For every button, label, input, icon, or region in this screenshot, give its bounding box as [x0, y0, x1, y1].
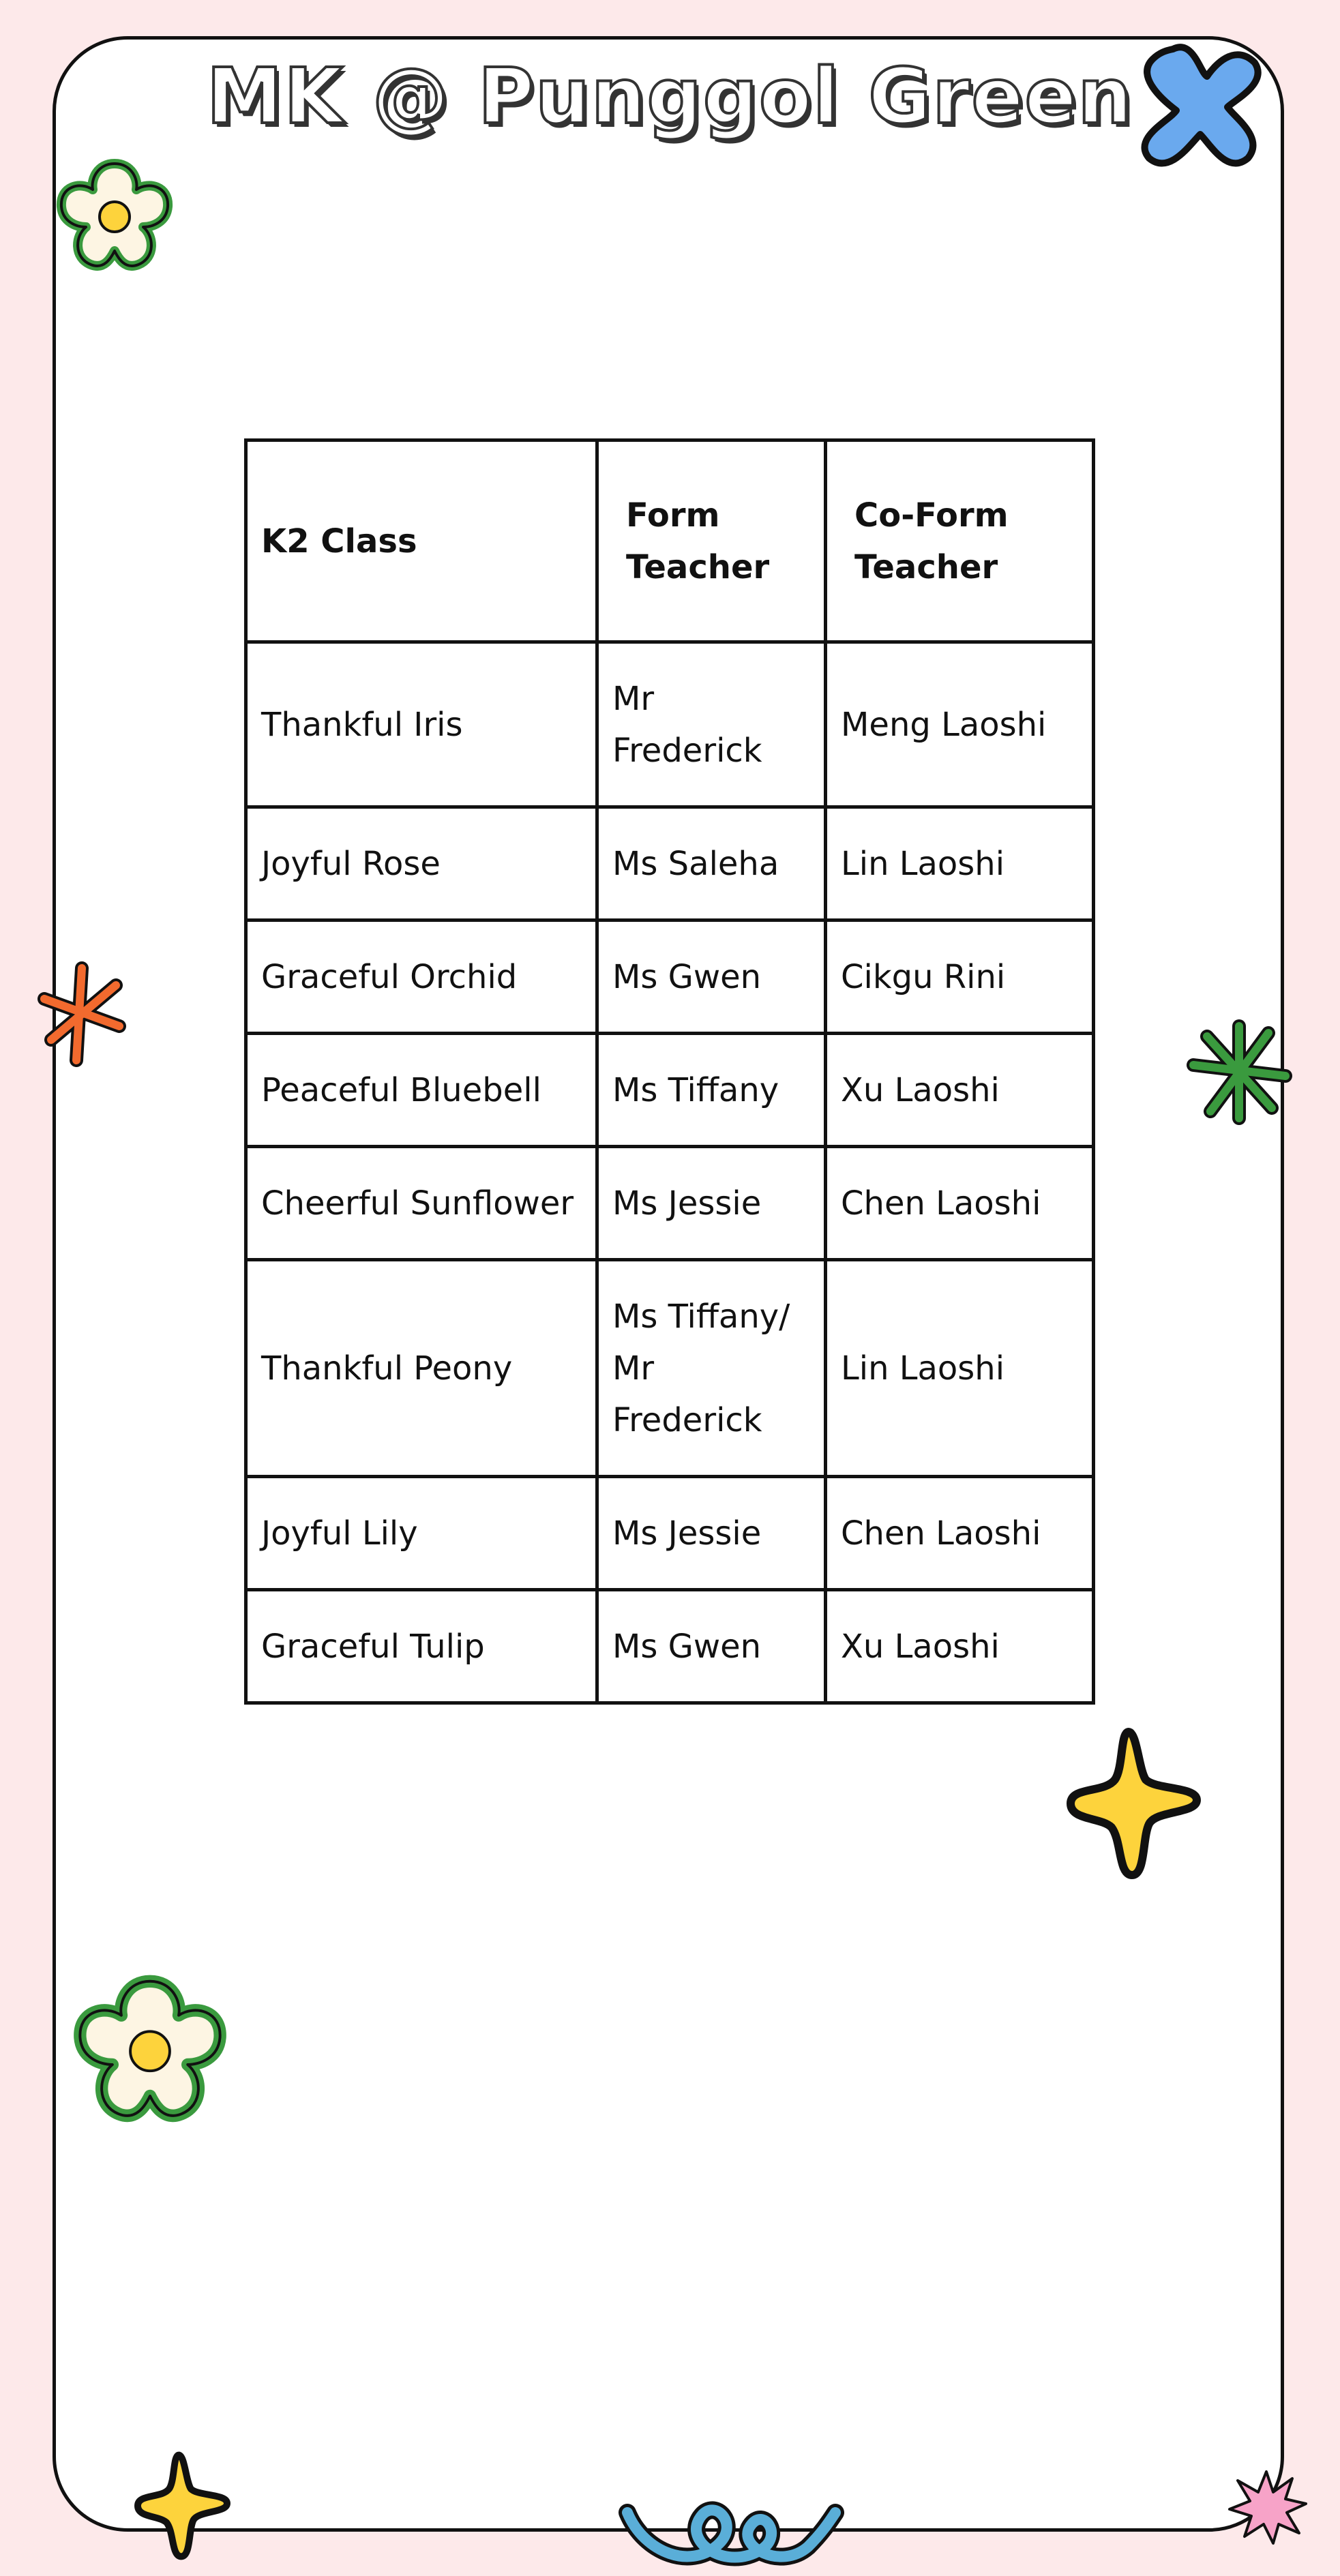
- form-teacher-cell: Ms Jessie: [595, 1475, 827, 1591]
- form-teacher-cell: Ms Tiffany: [595, 1032, 827, 1148]
- blue-cross-icon: [1141, 44, 1262, 167]
- class-cell: Peaceful Bluebell: [244, 1032, 599, 1148]
- flower-icon: [74, 1975, 226, 2122]
- class-table-wrapper: K2 Class Form Teacher Co-Form Teacher Th…: [244, 438, 1095, 1705]
- squiggle-icon: [619, 2501, 844, 2566]
- co-form-teacher-cell: Lin Laoshi: [824, 1258, 1095, 1478]
- form-teacher-cell: Mr Frederick: [595, 640, 827, 809]
- class-cell: Joyful Lily: [244, 1475, 599, 1591]
- orange-asterisk-icon: [38, 961, 126, 1067]
- form-teacher-cell: Ms Saleha: [595, 805, 827, 922]
- table-row: Joyful Lily Ms Jessie Chen Laoshi: [244, 1475, 1095, 1591]
- header-form-teacher: Form Teacher: [595, 438, 827, 644]
- class-cell: Cheerful Sunflower: [244, 1145, 599, 1261]
- co-form-teacher-cell: Chen Laoshi: [824, 1475, 1095, 1591]
- header-k2-class: K2 Class: [244, 438, 599, 644]
- table-row: Graceful Orchid Ms Gwen Cikgu Rini: [244, 918, 1095, 1035]
- co-form-teacher-cell: Chen Laoshi: [824, 1145, 1095, 1261]
- table-row: Cheerful Sunflower Ms Jessie Chen Laoshi: [244, 1145, 1095, 1261]
- co-form-teacher-cell: Meng Laoshi: [824, 640, 1095, 809]
- table-row: Thankful Peony Ms Tiffany/ Mr Frederick …: [244, 1258, 1095, 1478]
- form-teacher-cell: Ms Tiffany/ Mr Frederick: [595, 1258, 827, 1478]
- class-cell: Joyful Rose: [244, 805, 599, 922]
- table-header-row: K2 Class Form Teacher Co-Form Teacher: [244, 438, 1095, 644]
- co-form-teacher-cell: Cikgu Rini: [824, 918, 1095, 1035]
- yellow-star-icon: [1067, 1728, 1201, 1879]
- pink-burst-icon: [1228, 2470, 1307, 2545]
- yellow-star-icon: [134, 2451, 230, 2560]
- table-row: Graceful Tulip Ms Gwen Xu Laoshi: [244, 1588, 1095, 1705]
- header-co-form-teacher: Co-Form Teacher: [824, 438, 1095, 644]
- class-cell: Thankful Iris: [244, 640, 599, 809]
- table-row: Peaceful Bluebell Ms Tiffany Xu Laoshi: [244, 1032, 1095, 1148]
- class-cell: Thankful Peony: [244, 1258, 599, 1478]
- co-form-teacher-cell: Xu Laoshi: [824, 1588, 1095, 1705]
- form-teacher-cell: Ms Jessie: [595, 1145, 827, 1261]
- form-teacher-cell: Ms Gwen: [595, 1588, 827, 1705]
- table-row: Joyful Rose Ms Saleha Lin Laoshi: [244, 805, 1095, 922]
- form-teacher-cell: Ms Gwen: [595, 918, 827, 1035]
- class-cell: Graceful Orchid: [244, 918, 599, 1035]
- green-asterisk-icon: [1187, 1019, 1292, 1125]
- flower-icon: [56, 159, 173, 271]
- table-row: Thankful Iris Mr Frederick Meng Laoshi: [244, 640, 1095, 809]
- class-table: K2 Class Form Teacher Co-Form Teacher Th…: [244, 438, 1095, 1705]
- co-form-teacher-cell: Lin Laoshi: [824, 805, 1095, 922]
- co-form-teacher-cell: Xu Laoshi: [824, 1032, 1095, 1148]
- class-cell: Graceful Tulip: [244, 1588, 599, 1705]
